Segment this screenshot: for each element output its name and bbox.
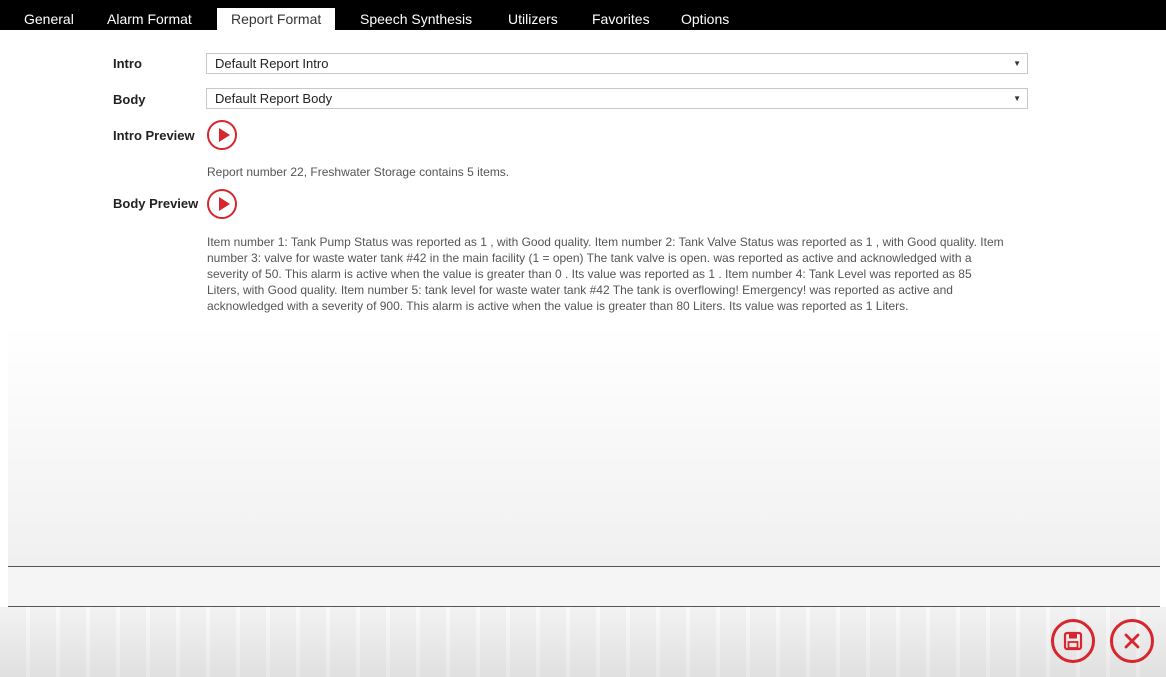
tab-options[interactable]: Options xyxy=(681,8,729,30)
chevron-down-icon: ▼ xyxy=(1013,94,1021,103)
intro-select[interactable]: Default Report Intro ▼ xyxy=(206,53,1028,74)
save-button[interactable] xyxy=(1051,619,1095,663)
tab-alarm-format[interactable]: Alarm Format xyxy=(107,8,192,30)
footer-bar xyxy=(0,607,1166,677)
close-icon xyxy=(1124,633,1140,649)
play-icon xyxy=(219,128,230,142)
body-select-value: Default Report Body xyxy=(215,91,333,106)
play-icon xyxy=(219,197,230,211)
tab-report-format[interactable]: Report Format xyxy=(217,8,336,30)
body-label: Body xyxy=(113,92,146,107)
tab-speech-synthesis[interactable]: Speech Synthesis xyxy=(360,8,472,30)
status-band xyxy=(8,567,1160,607)
intro-preview-label: Intro Preview xyxy=(113,128,195,143)
tab-general[interactable]: General xyxy=(24,8,74,30)
body-select[interactable]: Default Report Body ▼ xyxy=(206,88,1028,109)
tab-utilizers[interactable]: Utilizers xyxy=(508,8,558,30)
body-preview-label: Body Preview xyxy=(113,196,199,211)
right-border xyxy=(1159,30,1166,620)
intro-preview-text: Report number 22, Freshwater Storage con… xyxy=(207,165,510,179)
body-preview-play-button[interactable] xyxy=(207,189,237,219)
intro-preview-play-button[interactable] xyxy=(207,120,237,150)
tab-favorites[interactable]: Favorites xyxy=(592,8,650,30)
intro-label: Intro xyxy=(113,56,142,71)
close-button[interactable] xyxy=(1110,619,1154,663)
save-icon xyxy=(1063,631,1083,651)
tab-bar: General Alarm Format Report Format Speec… xyxy=(0,0,1166,30)
body-preview-text: Item number 1: Tank Pump Status was repo… xyxy=(207,235,1004,313)
intro-select-value: Default Report Intro xyxy=(215,56,329,71)
chevron-down-icon: ▼ xyxy=(1013,59,1021,68)
